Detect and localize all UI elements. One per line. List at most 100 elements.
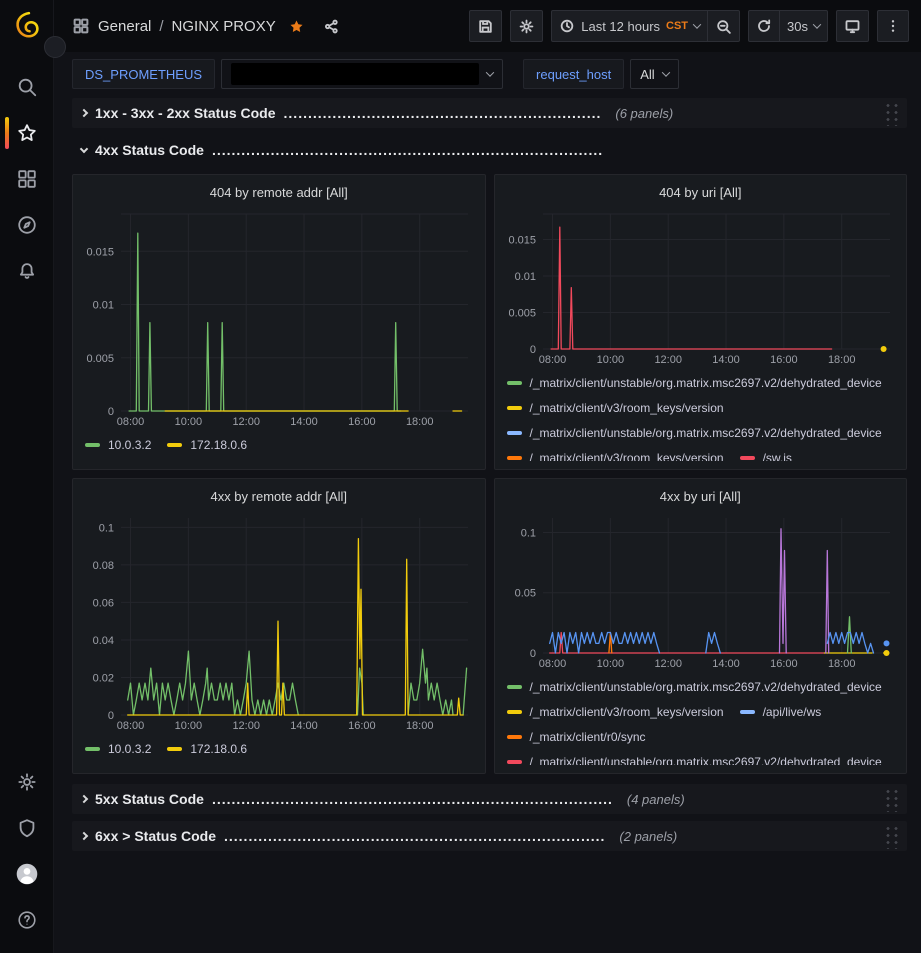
svg-text:0.005: 0.005 xyxy=(508,308,536,320)
row-drag-handle[interactable] xyxy=(883,100,899,126)
timeseries-chart[interactable]: 08:0010:0012:0014:0016:0018:0000.0050.01… xyxy=(503,207,899,367)
svg-text:18:00: 18:00 xyxy=(406,416,434,428)
sidebar-item-server-admin[interactable] xyxy=(5,806,49,850)
row-title-dots: ........................................… xyxy=(224,828,605,844)
legend-item[interactable]: /_matrix/client/unstable/org.matrix.msc2… xyxy=(507,373,882,393)
svg-text:14:00: 14:00 xyxy=(290,720,318,732)
legend-label: /_matrix/client/unstable/org.matrix.msc2… xyxy=(530,755,882,765)
zoom-out-button[interactable] xyxy=(708,10,740,42)
kebab-menu-icon xyxy=(885,18,901,34)
svg-text:0: 0 xyxy=(529,344,535,356)
variable-ds-prometheus: DS_PROMETHEUS xyxy=(72,59,503,89)
refresh-button[interactable] xyxy=(748,10,780,42)
sidebar-item-configuration[interactable] xyxy=(5,760,49,804)
sidebar-collapse-button[interactable] xyxy=(44,36,66,58)
breadcrumb: General / NGINX PROXY xyxy=(72,17,340,35)
legend-item[interactable]: /_matrix/client/v3/room_keys/version xyxy=(507,398,724,418)
row-header-1xx-3xx-2xx[interactable]: 1xx - 3xx - 2xx Status Code ............… xyxy=(72,98,907,128)
legend-item[interactable]: /_matrix/client/r0/sync xyxy=(507,727,646,747)
share-icon[interactable] xyxy=(323,18,340,35)
sidebar-item-dashboards[interactable] xyxy=(5,157,49,201)
more-options-button[interactable] xyxy=(877,10,909,42)
shield-icon xyxy=(16,817,38,839)
save-dashboard-button[interactable] xyxy=(469,10,502,42)
panel-legend: 10.0.3.2 172.18.0.6 xyxy=(81,739,477,759)
variable-value-request-host[interactable]: All xyxy=(630,59,678,89)
svg-text:0.08: 0.08 xyxy=(93,560,114,572)
legend-item[interactable]: 172.18.0.6 xyxy=(167,435,247,455)
breadcrumb-folder[interactable]: General xyxy=(98,18,151,35)
timeseries-chart[interactable]: 08:0010:0012:0014:0016:0018:0000.050.1 xyxy=(503,511,899,671)
legend-item[interactable]: /_matrix/client/v3/room_keys/version xyxy=(507,702,724,722)
main-area: General / NGINX PROXY xyxy=(54,0,921,953)
svg-text:12:00: 12:00 xyxy=(654,354,682,366)
row-panel-count: (6 panels) xyxy=(615,106,673,121)
sidebar-item-starred[interactable] xyxy=(5,111,49,155)
svg-text:08:00: 08:00 xyxy=(538,658,566,670)
svg-text:12:00: 12:00 xyxy=(232,416,260,428)
panel-title[interactable]: 4xx by remote addr [All] xyxy=(81,485,477,511)
legend-swatch-icon xyxy=(85,747,100,751)
legend-item[interactable]: /_matrix/client/unstable/org.matrix.msc2… xyxy=(507,752,882,765)
legend-item[interactable]: /sw.js xyxy=(740,448,792,461)
star-icon xyxy=(16,122,38,144)
svg-text:0.05: 0.05 xyxy=(514,588,535,600)
legend-item[interactable]: 172.18.0.6 xyxy=(167,739,247,759)
save-icon xyxy=(477,18,494,35)
svg-text:0.04: 0.04 xyxy=(93,635,114,647)
sidebar-item-search[interactable] xyxy=(5,65,49,109)
svg-text:0.06: 0.06 xyxy=(93,597,114,609)
timeseries-chart[interactable]: 08:0010:0012:0014:0016:0018:0000.020.040… xyxy=(81,511,477,733)
variable-value-ds-prometheus[interactable] xyxy=(221,59,503,89)
variable-label-request-host: request_host xyxy=(523,59,624,89)
svg-text:12:00: 12:00 xyxy=(232,720,260,732)
row-title-wrap: 5xx Status Code ........................… xyxy=(95,791,875,807)
cycle-view-mode-button[interactable] xyxy=(836,10,869,42)
row-title-wrap: 4xx Status Code ........................… xyxy=(95,142,899,158)
legend-item[interactable]: /_matrix/client/unstable/org.matrix.msc2… xyxy=(507,677,882,697)
svg-text:08:00: 08:00 xyxy=(117,416,145,428)
legend-item[interactable]: 10.0.3.2 xyxy=(85,739,151,759)
row-title-wrap: 6xx > Status Code ......................… xyxy=(95,828,875,844)
svg-text:10:00: 10:00 xyxy=(596,354,624,366)
row-title: 4xx Status Code xyxy=(95,142,204,158)
row-drag-handle[interactable] xyxy=(883,823,899,849)
legend-item[interactable]: /_matrix/client/unstable/org.matrix.msc2… xyxy=(507,423,882,443)
legend-swatch-icon xyxy=(85,443,100,447)
favorite-star-icon[interactable] xyxy=(288,18,305,35)
panel-title[interactable]: 4xx by uri [All] xyxy=(503,485,899,511)
svg-text:0.1: 0.1 xyxy=(99,522,114,534)
svg-text:18:00: 18:00 xyxy=(827,354,855,366)
row-drag-handle[interactable] xyxy=(883,786,899,812)
row-header-6xx[interactable]: 6xx > Status Code ......................… xyxy=(72,821,907,851)
legend-item[interactable]: /api/live/ws xyxy=(740,702,822,722)
dashboard-settings-button[interactable] xyxy=(510,10,543,42)
sidebar-item-profile[interactable] xyxy=(5,852,49,896)
time-range-picker[interactable]: Last 12 hours CST xyxy=(551,10,708,42)
legend-swatch-icon xyxy=(507,431,522,435)
row-title: 5xx Status Code xyxy=(95,791,204,807)
monitor-icon xyxy=(844,18,861,35)
legend-label: /_matrix/client/v3/room_keys/version xyxy=(530,451,724,461)
timeseries-chart[interactable]: 08:0010:0012:0014:0016:0018:0000.0050.01… xyxy=(81,207,477,429)
refresh-interval-picker[interactable]: 30s xyxy=(780,10,828,42)
grafana-logo[interactable] xyxy=(10,8,44,42)
row-header-4xx[interactable]: 4xx Status Code ........................… xyxy=(72,135,907,165)
svg-text:08:00: 08:00 xyxy=(538,354,566,366)
clock-icon xyxy=(559,18,575,34)
chevron-down-icon xyxy=(80,144,88,152)
svg-text:14:00: 14:00 xyxy=(712,354,740,366)
legend-item[interactable]: 10.0.3.2 xyxy=(85,435,151,455)
row-header-5xx[interactable]: 5xx Status Code ........................… xyxy=(72,784,907,814)
panel-title[interactable]: 404 by remote addr [All] xyxy=(81,181,477,207)
legend-item[interactable]: /_matrix/client/v3/room_keys/version xyxy=(507,448,724,461)
page-title[interactable]: NGINX PROXY xyxy=(172,18,276,35)
legend-swatch-icon xyxy=(507,406,522,410)
sidebar-item-help[interactable] xyxy=(5,898,49,942)
bell-icon xyxy=(16,260,38,282)
sidebar-item-alerting[interactable] xyxy=(5,249,49,293)
search-icon xyxy=(16,76,38,98)
legend-label: /sw.js xyxy=(763,451,792,461)
panel-title[interactable]: 404 by uri [All] xyxy=(503,181,899,207)
sidebar-item-explore[interactable] xyxy=(5,203,49,247)
